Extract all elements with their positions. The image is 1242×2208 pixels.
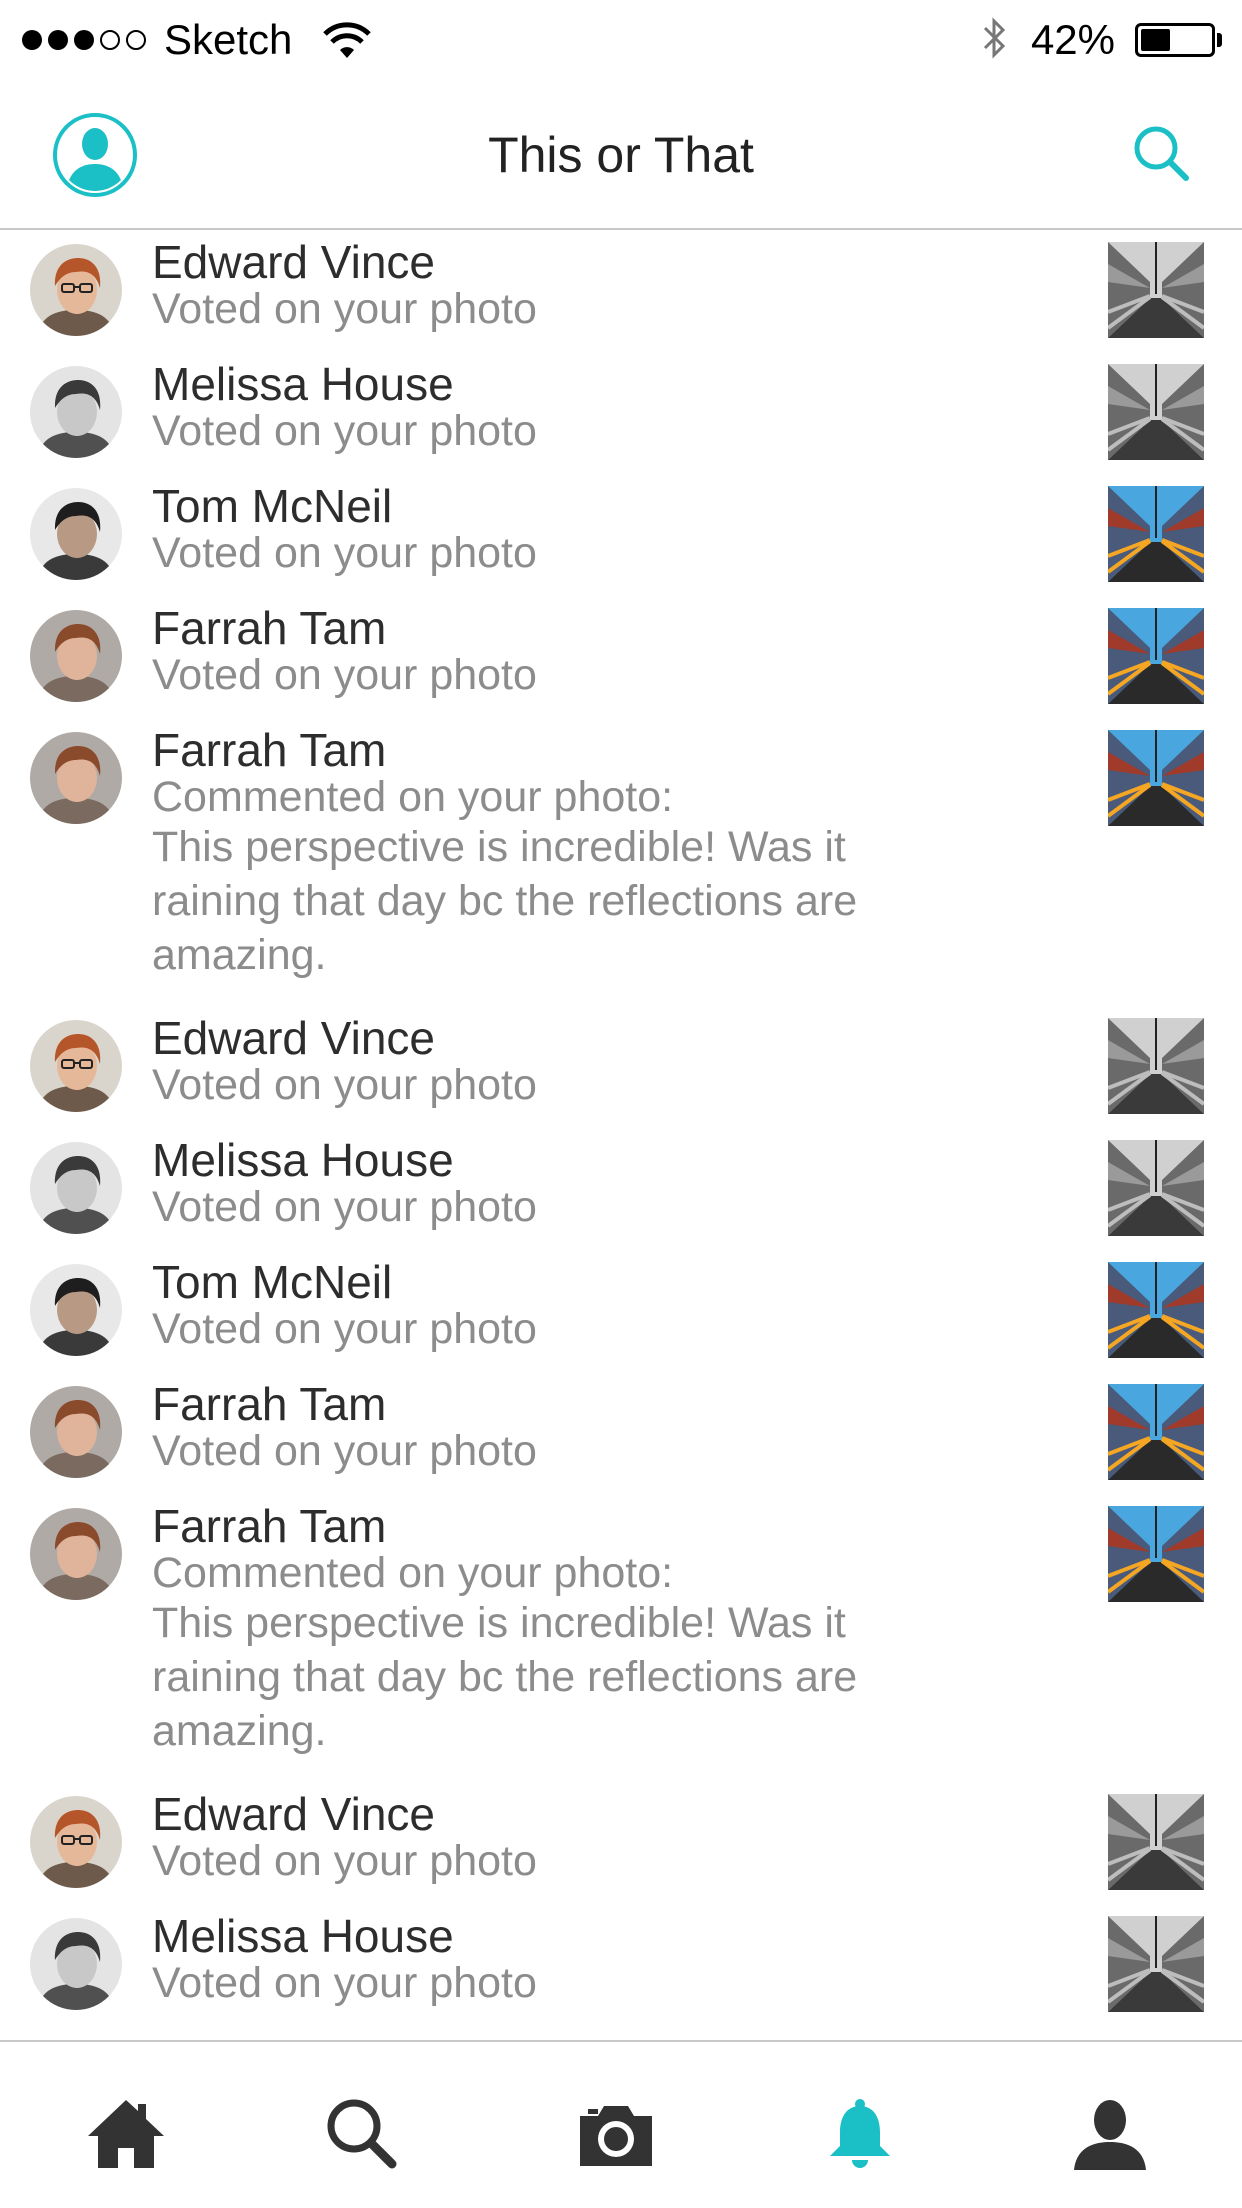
avatar[interactable] — [30, 488, 122, 580]
notification-action: Voted on your photo — [152, 1183, 537, 1231]
notification-item[interactable]: Edward Vince Voted on your photo — [0, 1782, 1242, 1904]
notification-text: Edward Vince Voted on your photo — [152, 238, 942, 332]
notification-text: Farrah Tam Voted on your photo — [152, 604, 942, 698]
photo-thumbnail[interactable] — [1108, 1506, 1204, 1602]
notification-item[interactable]: Tom McNeil Voted on your photo — [0, 474, 1242, 596]
avatar[interactable] — [30, 244, 122, 336]
notification-item[interactable]: Tom McNeil Voted on your photo — [0, 1250, 1242, 1372]
notification-list[interactable]: Edward Vince Voted on your photo Melissa H… — [0, 230, 1242, 2040]
notification-item[interactable]: Melissa House Voted on your photo — [0, 352, 1242, 474]
notification-item[interactable]: Farrah Tam Voted on your photo — [0, 1372, 1242, 1494]
notification-text: Farrah Tam Commented on your photo: This p… — [152, 1502, 942, 1758]
user-name[interactable]: Farrah Tam — [152, 1502, 942, 1550]
notification-text: Melissa House Voted on your photo — [152, 360, 942, 454]
photo-thumbnail[interactable] — [1108, 1018, 1204, 1114]
photo-thumbnail[interactable] — [1108, 364, 1204, 460]
user-name[interactable]: Melissa House — [152, 360, 942, 408]
user-name[interactable]: Farrah Tam — [152, 604, 942, 652]
signal-dot-icon — [100, 30, 120, 50]
notification-item[interactable]: Edward Vince Voted on your photo — [0, 230, 1242, 352]
notification-text: Melissa House Voted on your photo — [152, 1912, 942, 2006]
battery-percentage: 42% — [1030, 16, 1115, 63]
comment-text: This perspective is incredible! Was it r… — [152, 1599, 858, 1755]
photo-thumbnail[interactable] — [1108, 1140, 1204, 1236]
avatar[interactable] — [30, 1918, 122, 2010]
notification-item[interactable]: Melissa House Voted on your photo — [0, 1904, 1242, 2026]
photo-thumbnail[interactable] — [1108, 730, 1204, 826]
notification-text: Edward Vince Voted on your photo — [152, 1790, 942, 1884]
avatar[interactable] — [30, 1264, 122, 1356]
photo-thumbnail[interactable] — [1108, 1384, 1204, 1480]
notification-item[interactable]: Edward Vince Voted on your photo — [0, 1006, 1242, 1128]
notification-text: Tom McNeil Voted on your photo — [152, 482, 942, 576]
notification-action: Voted on your photo — [152, 529, 537, 577]
carrier-name: Sketch — [164, 16, 293, 63]
search-icon[interactable] — [320, 2092, 404, 2176]
page-title: This or That — [488, 127, 754, 183]
notification-text: Edward Vince Voted on your photo — [152, 1014, 942, 1108]
nav-bar: This or That — [0, 80, 1242, 230]
notification-text: Farrah Tam Voted on your photo — [152, 1380, 942, 1474]
notification-action: Voted on your photo — [152, 285, 537, 333]
bell-icon[interactable] — [818, 2092, 902, 2176]
user-name[interactable]: Melissa House — [152, 1912, 942, 1960]
notification-action: Voted on your photo — [152, 651, 537, 699]
bluetooth-icon — [981, 16, 1007, 65]
profile-icon[interactable] — [1068, 2092, 1152, 2176]
status-left: Sketch — [22, 14, 372, 66]
user-name[interactable]: Tom McNeil — [152, 482, 942, 530]
photo-thumbnail[interactable] — [1108, 486, 1204, 582]
notification-action: Voted on your photo — [152, 1061, 537, 1109]
signal-dot-icon — [74, 30, 94, 50]
notification-text: Melissa House Voted on your photo — [152, 1136, 942, 1230]
photo-thumbnail[interactable] — [1108, 1262, 1204, 1358]
avatar[interactable] — [30, 1020, 122, 1112]
user-name[interactable]: Farrah Tam — [152, 726, 942, 774]
avatar[interactable] — [30, 610, 122, 702]
notification-action: Commented on your photo: — [152, 773, 674, 821]
notification-text: Farrah Tam Commented on your photo: This p… — [152, 726, 942, 982]
status-bar: Sketch 42% — [0, 0, 1242, 80]
signal-dot-icon — [126, 30, 146, 50]
avatar[interactable] — [30, 732, 122, 824]
photo-thumbnail[interactable] — [1108, 608, 1204, 704]
comment-text: This perspective is incredible! Was it r… — [152, 823, 858, 979]
status-right: 42% — [981, 14, 1222, 66]
user-name[interactable]: Tom McNeil — [152, 1258, 942, 1306]
notification-item[interactable]: Farrah Tam Commented on your photo: This p… — [0, 1494, 1242, 1782]
notification-action: Voted on your photo — [152, 1837, 537, 1885]
camera-icon[interactable] — [574, 2092, 658, 2176]
battery-level — [1141, 29, 1170, 51]
signal-dot-icon — [22, 30, 42, 50]
photo-thumbnail[interactable] — [1108, 242, 1204, 338]
user-name[interactable]: Edward Vince — [152, 238, 942, 286]
user-name[interactable]: Edward Vince — [152, 1014, 942, 1062]
notification-item[interactable]: Farrah Tam Commented on your photo: This p… — [0, 718, 1242, 1006]
avatar[interactable] — [30, 366, 122, 458]
tab-bar — [0, 2040, 1242, 2208]
notification-action: Commented on your photo: — [152, 1549, 674, 1597]
avatar[interactable] — [30, 1386, 122, 1478]
battery-icon — [1135, 23, 1215, 57]
avatar[interactable] — [30, 1142, 122, 1234]
photo-thumbnail[interactable] — [1108, 1794, 1204, 1890]
search-icon[interactable] — [1130, 122, 1192, 184]
user-name[interactable]: Melissa House — [152, 1136, 942, 1184]
notification-action: Voted on your photo — [152, 1959, 537, 2007]
home-icon[interactable] — [84, 2092, 168, 2176]
notification-action: Voted on your photo — [152, 1305, 537, 1353]
photo-thumbnail[interactable] — [1108, 1916, 1204, 2012]
avatar[interactable] — [30, 1508, 122, 1600]
signal-dot-icon — [48, 30, 68, 50]
notification-action: Voted on your photo — [152, 407, 537, 455]
battery-nub — [1217, 33, 1222, 47]
notification-item[interactable]: Farrah Tam Voted on your photo — [0, 596, 1242, 718]
user-name[interactable]: Farrah Tam — [152, 1380, 942, 1428]
user-name[interactable]: Edward Vince — [152, 1790, 942, 1838]
wifi-icon — [322, 20, 372, 60]
notification-text: Tom McNeil Voted on your photo — [152, 1258, 942, 1352]
notification-item[interactable]: Melissa House Voted on your photo — [0, 1128, 1242, 1250]
avatar[interactable] — [30, 1796, 122, 1888]
notification-action: Voted on your photo — [152, 1427, 537, 1475]
